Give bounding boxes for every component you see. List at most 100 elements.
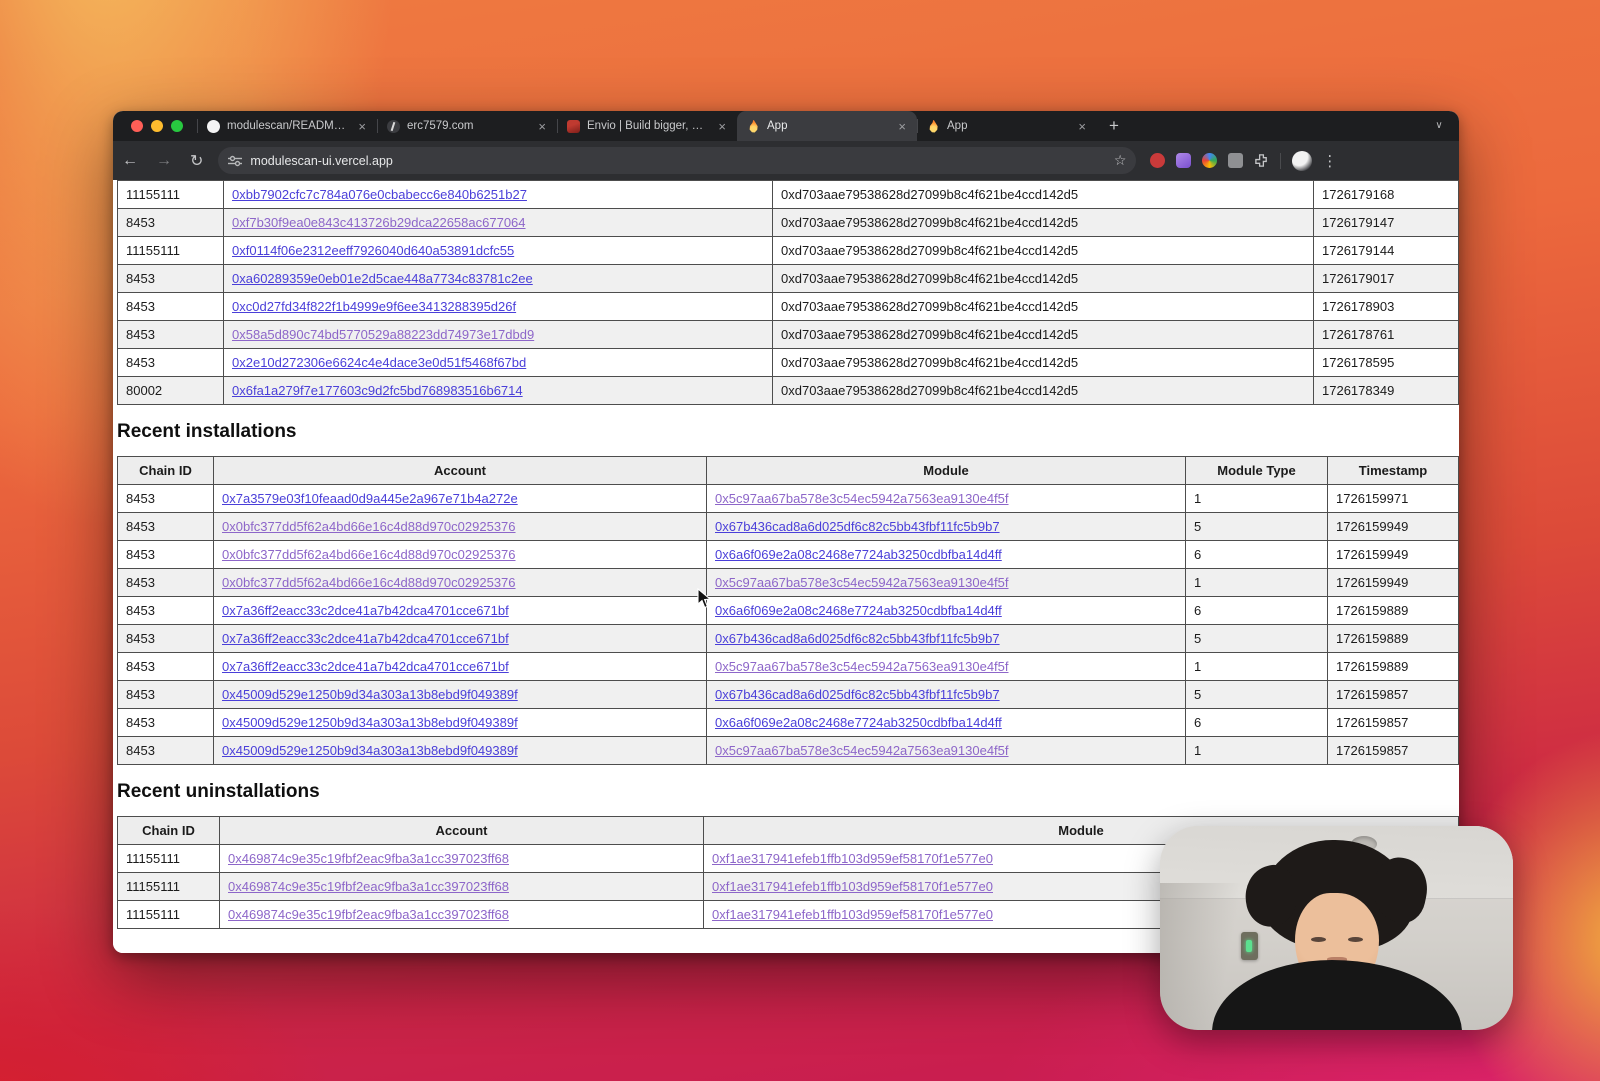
account-link[interactable]: 0x469874c9e35c19fbf2eac9fba3a1cc397023ff… <box>228 851 509 866</box>
table-row: 8453 0x7a3579e03f10feaad0d9a445e2a967e71b… <box>118 485 1459 513</box>
cell-chain-id: 8453 <box>118 485 214 513</box>
table-row: 84530x2e10d272306e6624c4e4dace3e0d51f546… <box>118 349 1459 377</box>
table-row: 84530x45009d529e1250b9d34a303a13b8ebd9f0… <box>118 681 1459 709</box>
extension-colorful-icon[interactable] <box>1202 153 1217 168</box>
close-window-button[interactable] <box>131 120 143 132</box>
tab-close-icon[interactable]: × <box>535 119 549 134</box>
cell-module: 0xd703aae79538628d27099b8c4f621be4ccd142… <box>773 209 1314 237</box>
tab-close-icon[interactable]: × <box>715 119 729 134</box>
site-settings-icon[interactable] <box>228 155 242 167</box>
account-link[interactable]: 0xc0d27fd34f822f1b4999e9f6ee3413288395d2… <box>232 299 516 314</box>
module-link[interactable]: 0x5c97aa67ba578e3c54ec5942a7563ea9130e4f… <box>715 743 1009 758</box>
extension-purple-icon[interactable] <box>1176 153 1191 168</box>
bookmark-star-icon[interactable]: ☆ <box>1114 152 1127 169</box>
account-link[interactable]: 0x0bfc377dd5f62a4bd66e16c4d88d970c029253… <box>222 519 516 534</box>
account-link[interactable]: 0x2e10d272306e6624c4e4dace3e0d51f5468f67… <box>232 355 526 370</box>
cell-module: 0xd703aae79538628d27099b8c4f621be4ccd142… <box>773 181 1314 209</box>
account-link[interactable]: 0xbb7902cfc7c784a076e0cbabecc6e840b6251b… <box>232 187 527 202</box>
account-link[interactable]: 0x0bfc377dd5f62a4bd66e16c4d88d970c029253… <box>222 547 516 562</box>
module-link[interactable]: 0x67b436cad8a6d025df6c82c5bb43fbf11fc5b9… <box>715 687 1000 702</box>
cell-module: 0x67b436cad8a6d025df6c82c5bb43fbf11fc5b9… <box>707 625 1186 653</box>
module-link[interactable]: 0x5c97aa67ba578e3c54ec5942a7563ea9130e4f… <box>715 659 1009 674</box>
account-link[interactable]: 0x7a3579e03f10feaad0d9a445e2a967e71b4a27… <box>222 491 518 506</box>
account-link[interactable]: 0x469874c9e35c19fbf2eac9fba3a1cc397023ff… <box>228 879 509 894</box>
account-link[interactable]: 0x45009d529e1250b9d34a303a13b8ebd9f04938… <box>222 715 518 730</box>
tab-erc7579-com[interactable]: erc7579.com× <box>377 111 557 141</box>
cell-chain-id: 8453 <box>118 653 214 681</box>
account-link[interactable]: 0x7a36ff2eacc33c2dce41a7b42dca4701cce671… <box>222 631 509 646</box>
tab-close-icon[interactable]: × <box>895 119 909 134</box>
module-link[interactable]: 0xf1ae317941efeb1ffb103d959ef58170f1e577… <box>712 879 993 894</box>
cell-chain-id: 8453 <box>118 513 214 541</box>
table-row: 84530x58a5d890c74bd5770529a88223dd74973e… <box>118 321 1459 349</box>
account-link[interactable]: 0x0bfc377dd5f62a4bd66e16c4d88d970c029253… <box>222 575 516 590</box>
account-link[interactable]: 0x469874c9e35c19fbf2eac9fba3a1cc397023ff… <box>228 907 509 922</box>
module-link[interactable]: 0x67b436cad8a6d025df6c82c5bb43fbf11fc5b9… <box>715 519 1000 534</box>
cell-timestamp: 1726159949 <box>1328 541 1459 569</box>
tab-modulescan-readme-md-at[interactable]: modulescan/README.md at × <box>197 111 377 141</box>
cell-module-type: 5 <box>1186 513 1328 541</box>
address-bar[interactable]: modulescan-ui.vercel.app ☆ <box>218 147 1136 174</box>
tab-search-chevron-icon[interactable]: ∨ <box>1431 118 1447 134</box>
tab-close-icon[interactable]: × <box>1075 119 1089 134</box>
module-link[interactable]: 0x5c97aa67ba578e3c54ec5942a7563ea9130e4f… <box>715 491 1009 506</box>
cell-account: 0x6fa1a279f7e177603c9d2fc5bd768983516b67… <box>224 377 773 405</box>
account-link[interactable]: 0x45009d529e1250b9d34a303a13b8ebd9f04938… <box>222 687 518 702</box>
extension-red-icon[interactable] <box>1150 153 1165 168</box>
account-link[interactable]: 0x45009d529e1250b9d34a303a13b8ebd9f04938… <box>222 743 518 758</box>
account-link[interactable]: 0xa60289359e0eb01e2d5cae448a7734c83781c2… <box>232 271 533 286</box>
new-tab-button[interactable]: + <box>1097 111 1131 141</box>
table-row: 800020x6fa1a279f7e177603c9d2fc5bd7689835… <box>118 377 1459 405</box>
extension-gray-icon[interactable] <box>1228 153 1243 168</box>
account-link[interactable]: 0x58a5d890c74bd5770529a88223dd74973e17db… <box>232 327 534 342</box>
cell-account: 0x7a36ff2eacc33c2dce41a7b42dca4701cce671… <box>214 653 707 681</box>
table-row: 11155111 0xf0114f06e2312eeff7926040d640a5… <box>118 237 1459 265</box>
zoom-window-button[interactable] <box>171 120 183 132</box>
account-link[interactable]: 0xf7b30f9ea0e843c413726b29dca22658ac6770… <box>232 215 526 230</box>
envio-icon <box>567 120 580 133</box>
module-link[interactable]: 0xf1ae317941efeb1ffb103d959ef58170f1e577… <box>712 851 993 866</box>
table-row: 8453 0x0bfc377dd5f62a4bd66e16c4d88d970c02… <box>118 513 1459 541</box>
column-header-chain-id: Chain ID <box>118 817 220 845</box>
module-link[interactable]: 0x6a6f069e2a08c2468e7724ab3250cdbfba14d4… <box>715 603 1002 618</box>
tab-envio-build-bigger-ship-[interactable]: Envio | Build bigger, ship fast× <box>557 111 737 141</box>
tab-app[interactable]: App× <box>917 111 1097 141</box>
account-link[interactable]: 0xf0114f06e2312eeff7926040d640a53891dcfc… <box>232 243 514 258</box>
extensions-puzzle-icon[interactable] <box>1254 153 1269 168</box>
tab-app[interactable]: App× <box>737 111 917 141</box>
reload-icon[interactable]: ↻ <box>181 151 212 171</box>
module-link[interactable]: 0xf1ae317941efeb1ffb103d959ef58170f1e577… <box>712 907 993 922</box>
cell-account: 0x469874c9e35c19fbf2eac9fba3a1cc397023ff… <box>220 845 704 873</box>
cell-module: 0x67b436cad8a6d025df6c82c5bb43fbf11fc5b9… <box>707 513 1186 541</box>
module-link[interactable]: 0x67b436cad8a6d025df6c82c5bb43fbf11fc5b9… <box>715 631 1000 646</box>
tab-close-icon[interactable]: × <box>355 119 369 134</box>
account-link[interactable]: 0x7a36ff2eacc33c2dce41a7b42dca4701cce671… <box>222 603 509 618</box>
module-link[interactable]: 0x6a6f069e2a08c2468e7724ab3250cdbfba14d4… <box>715 715 1002 730</box>
module-link[interactable]: 0x6a6f069e2a08c2468e7724ab3250cdbfba14d4… <box>715 547 1002 562</box>
cell-timestamp: 1726178903 <box>1314 293 1459 321</box>
cell-account: 0x45009d529e1250b9d34a303a13b8ebd9f04938… <box>214 737 707 765</box>
forward-icon[interactable]: → <box>147 152 181 170</box>
recent-events-table: 11155111 0xbb7902cfc7c784a076e0cbabecc6e8… <box>117 180 1459 405</box>
cell-chain-id: 11155111 <box>118 237 224 265</box>
minimize-window-button[interactable] <box>151 120 163 132</box>
cell-timestamp: 1726159949 <box>1328 513 1459 541</box>
cell-chain-id: 11155111 <box>118 845 220 873</box>
table-row: 111551110xbb7902cfc7c784a076e0cbabecc6e8… <box>118 181 1459 209</box>
cell-account: 0x45009d529e1250b9d34a303a13b8ebd9f04938… <box>214 709 707 737</box>
cell-module: 0x5c97aa67ba578e3c54ec5942a7563ea9130e4f… <box>707 569 1186 597</box>
cell-chain-id: 8453 <box>118 737 214 765</box>
profile-avatar[interactable] <box>1292 151 1312 171</box>
browser-toolbar: ← → ↻ modulescan-ui.vercel.app ☆ ⋮ <box>113 141 1459 180</box>
webcam-light-switch <box>1241 932 1258 960</box>
account-link[interactable]: 0x6fa1a279f7e177603c9d2fc5bd768983516b67… <box>232 383 523 398</box>
cell-account: 0xa60289359e0eb01e2d5cae448a7734c83781c2… <box>224 265 773 293</box>
back-icon[interactable]: ← <box>113 152 147 170</box>
url-text[interactable]: modulescan-ui.vercel.app <box>250 154 1105 168</box>
account-link[interactable]: 0x7a36ff2eacc33c2dce41a7b42dca4701cce671… <box>222 659 509 674</box>
browser-menu-icon[interactable]: ⋮ <box>1312 152 1351 170</box>
window-controls <box>113 120 197 132</box>
cell-timestamp: 1726178595 <box>1314 349 1459 377</box>
module-link[interactable]: 0x5c97aa67ba578e3c54ec5942a7563ea9130e4f… <box>715 575 1009 590</box>
cell-account: 0x45009d529e1250b9d34a303a13b8ebd9f04938… <box>214 681 707 709</box>
